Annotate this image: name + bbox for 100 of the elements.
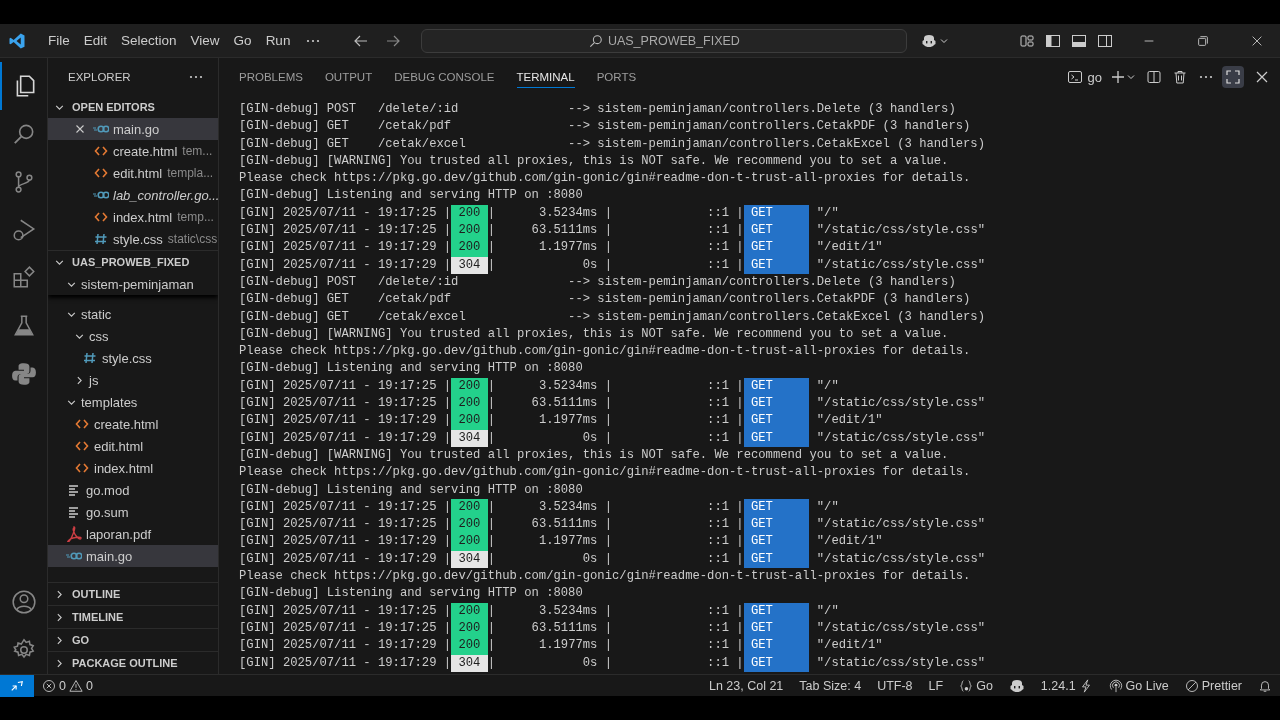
section-header[interactable]: GO bbox=[48, 628, 218, 651]
folder-item[interactable]: static bbox=[48, 303, 218, 325]
command-center-search[interactable]: UAS_PROWEB_FIXED bbox=[421, 28, 908, 53]
panel-tab[interactable]: TERMINAL bbox=[516, 66, 575, 88]
open-editor-item[interactable]: style.css static\css bbox=[48, 228, 218, 250]
file-path: static\css bbox=[167, 232, 218, 246]
cursor-position[interactable]: Ln 23, Col 21 bbox=[708, 678, 784, 693]
request-path: "/static/css/style.css" bbox=[816, 430, 985, 445]
http-method: GET bbox=[743, 239, 810, 257]
log-details: | 63.5111ms | ::1 | bbox=[487, 396, 744, 411]
explorer-entry[interactable]: laporan.pdf bbox=[48, 523, 218, 545]
menu-item[interactable]: Selection bbox=[114, 33, 184, 48]
prettier-button[interactable]: Prettier bbox=[1184, 678, 1242, 693]
toggle-panel-icon[interactable] bbox=[1071, 32, 1087, 49]
terminal-line: Please check https://pkg.go.dev/github.com/gin-gonic/gin#readme-don-t-trust-all-proxies for details. bbox=[239, 344, 971, 359]
section-header[interactable]: OPEN EDITORS bbox=[48, 96, 218, 118]
explorer-entry[interactable]: go.mod bbox=[48, 479, 218, 501]
plus-icon[interactable] bbox=[1110, 69, 1126, 85]
tab-size[interactable]: Tab Size: 4 bbox=[799, 678, 862, 693]
terminal-line: [GIN-debug] Listening and serving HTTP on :8080 bbox=[239, 188, 583, 203]
log-timestamp: [GIN] 2025/07/11 - 19:17:25 | bbox=[239, 223, 452, 238]
explorer-entry[interactable]: main.go bbox=[48, 545, 218, 567]
terminal-line: [GIN-debug] Listening and serving HTTP on :8080 bbox=[239, 361, 583, 376]
log-details: | 1.1977ms | ::1 | bbox=[487, 534, 744, 549]
sidebar-title: EXPLORER bbox=[68, 71, 131, 83]
close-icon[interactable] bbox=[1254, 69, 1270, 85]
file-path: tem... bbox=[182, 144, 213, 158]
menu-item[interactable]: File bbox=[41, 33, 77, 48]
terminal-line: [GIN-debug] POST /delete/:id --> sistem-peminjaman/controllers.Delete (3 handlers) bbox=[239, 274, 956, 289]
editor-name: edit.html bbox=[113, 165, 163, 181]
log-details: | 0s | ::1 | bbox=[487, 257, 744, 272]
editor-name: index.html bbox=[113, 209, 173, 225]
close-icon[interactable] bbox=[75, 124, 85, 134]
chevron-down-icon[interactable] bbox=[1126, 72, 1136, 82]
go-version[interactable]: 1.24.1 bbox=[1040, 678, 1093, 693]
terminal-line: [GIN-debug] GET /cetak/pdf --> sistem-peminjaman/controllers.CetakPDF (3 handlers) bbox=[239, 119, 971, 134]
account-icon[interactable] bbox=[10, 589, 37, 615]
log-timestamp: [GIN] 2025/07/11 - 19:17:29 | bbox=[239, 551, 452, 566]
split-terminal-icon[interactable] bbox=[1146, 69, 1162, 85]
request-path: "/static/css/style.css" bbox=[816, 655, 985, 670]
request-path: "/" bbox=[816, 603, 839, 618]
explorer-entry[interactable]: style.css bbox=[48, 347, 218, 369]
open-editor-item[interactable]: index.html temp... bbox=[48, 206, 218, 228]
explorer-entry[interactable]: go.sum bbox=[48, 501, 218, 523]
terminal-line: Please check https://pkg.go.dev/github.com/gin-gonic/gin#readme-don-t-trust-all-proxies for details. bbox=[239, 569, 971, 583]
log-details: | 63.5111ms | ::1 | bbox=[487, 223, 744, 238]
menu-item[interactable]: View bbox=[183, 33, 227, 48]
explorer-entry[interactable]: edit.html bbox=[48, 435, 218, 457]
encoding[interactable]: UTF-8 bbox=[877, 678, 913, 693]
http-method: GET bbox=[743, 204, 810, 223]
open-editor-item[interactable]: create.html tem... bbox=[48, 140, 218, 162]
section-header[interactable]: UAS_PROWEB_FIXED bbox=[48, 250, 218, 273]
python-icon[interactable] bbox=[10, 361, 37, 387]
log-timestamp: [GIN] 2025/07/11 - 19:17:29 | bbox=[239, 413, 452, 428]
folder-item[interactable]: js bbox=[48, 369, 218, 391]
terminal-line: [GIN-debug] Listening and serving HTTP on :8080 bbox=[239, 482, 583, 497]
notifications-bell-icon[interactable] bbox=[1258, 678, 1272, 693]
restore-icon[interactable] bbox=[1196, 33, 1210, 48]
go-live-button[interactable]: Go Live bbox=[1108, 678, 1169, 693]
maximize-icon[interactable] bbox=[1222, 66, 1244, 88]
menu-item[interactable]: Go bbox=[226, 33, 259, 48]
panel-tab[interactable]: DEBUG CONSOLE bbox=[394, 66, 495, 88]
status-code: 200 bbox=[451, 602, 488, 620]
log-details: | 1.1977ms | ::1 | bbox=[487, 240, 744, 255]
copilot-icon[interactable] bbox=[1008, 677, 1025, 694]
log-timestamp: [GIN] 2025/07/11 - 19:17:29 | bbox=[239, 257, 452, 272]
panel-tab[interactable]: PORTS bbox=[596, 66, 637, 88]
log-details: | 1.1977ms | ::1 | bbox=[487, 413, 744, 428]
http-method: GET bbox=[743, 222, 810, 240]
remote-button[interactable] bbox=[0, 674, 34, 697]
trash-icon[interactable] bbox=[1172, 69, 1188, 85]
menu-item[interactable]: Run bbox=[258, 33, 298, 48]
folder-item[interactable]: sistem-peminjaman bbox=[48, 273, 218, 295]
toggle-sidebar-icon[interactable] bbox=[1045, 32, 1061, 49]
customize-layout-icon[interactable] bbox=[1019, 32, 1035, 49]
open-editor-item[interactable]: main.go bbox=[48, 118, 218, 140]
language-mode[interactable]: Go bbox=[959, 678, 993, 693]
section-header[interactable]: PACKAGE OUTLINE bbox=[48, 651, 218, 674]
panel-tab[interactable]: OUTPUT bbox=[324, 66, 373, 88]
open-editor-item[interactable]: lab_controller.go... bbox=[48, 184, 218, 206]
section-header[interactable]: OUTLINE bbox=[48, 582, 218, 605]
broadcast-icon bbox=[1108, 678, 1123, 693]
request-path: "/edit/1" bbox=[816, 240, 883, 255]
folder-item[interactable]: css bbox=[48, 325, 218, 347]
menu-item[interactable]: Edit bbox=[76, 33, 115, 48]
explorer-entry[interactable]: index.html bbox=[48, 457, 218, 479]
section-header[interactable]: TIMELINE bbox=[48, 605, 218, 628]
problems-indicator[interactable]: 0 0 bbox=[42, 678, 93, 693]
folder-item[interactable]: templates bbox=[48, 391, 218, 413]
terminal-shell-button[interactable]: go bbox=[1066, 69, 1102, 85]
copilot-icon bbox=[921, 32, 938, 49]
log-timestamp: [GIN] 2025/07/11 - 19:17:25 | bbox=[239, 603, 452, 618]
line-ending[interactable]: LF bbox=[928, 678, 944, 693]
explorer-entry[interactable]: create.html bbox=[48, 413, 218, 435]
log-details: | 63.5111ms | ::1 | bbox=[487, 620, 744, 635]
panel-tab[interactable]: PROBLEMS bbox=[239, 66, 303, 88]
open-editor-item[interactable]: edit.html templa... bbox=[48, 162, 218, 184]
toggle-secondary-sidebar-icon[interactable] bbox=[1097, 32, 1113, 49]
request-path: "/" bbox=[816, 499, 839, 514]
log-timestamp: [GIN] 2025/07/11 - 19:17:25 | bbox=[239, 205, 452, 220]
